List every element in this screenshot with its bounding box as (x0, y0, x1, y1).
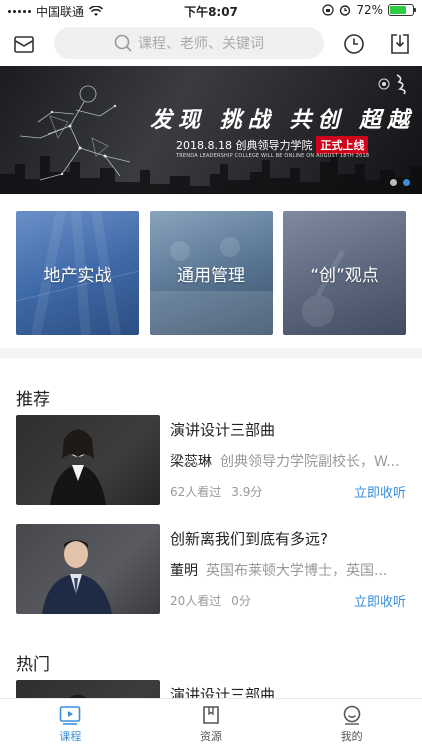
teacher-desc: 英国布莱顿大学博士，英国... (206, 563, 388, 579)
carousel-dots (390, 179, 410, 186)
runner-graphic (19, 85, 131, 181)
course-item[interactable]: 创新离我们到底有多远? 董明 英国布莱顿大学博士，英国... 20人看过 0分 立… (16, 524, 406, 614)
college-logo-icon (378, 78, 390, 90)
top-header: 课程、老师、关键词 (0, 22, 422, 66)
play-video-icon (60, 706, 81, 725)
alarm-icon (340, 5, 351, 16)
speaker-portrait-image (67, 694, 89, 700)
course-thumbnail[interactable] (16, 680, 160, 700)
tab-courses[interactable]: 课程 (0, 699, 141, 750)
tab-mine[interactable]: 我的 (281, 699, 422, 750)
course-views: 20人看过 (170, 594, 222, 608)
tab-label: 课程 (59, 730, 82, 743)
banner-english-text: TRENDA LEADERSHIP COLLEGE WILL BE ONLINE… (176, 153, 370, 159)
search-placeholder: 课程、老师、关键词 (138, 36, 264, 52)
banner-headline: 发现 挑战 共创 超越 (150, 107, 415, 133)
mail-icon[interactable] (12, 32, 36, 56)
rotation-lock-icon (322, 4, 334, 16)
course-teacher: 梁蕊琳 创典领导力学院副校长，W... (170, 451, 406, 471)
course-score: 0分 (231, 594, 251, 608)
search-icon (114, 34, 132, 52)
course-item[interactable]: 演讲设计三部曲 梁蕊琳 创典领导力学院副校长，W... 62人看过 3.9分 立即… (16, 415, 406, 505)
listen-now-button[interactable]: 立即收听 (354, 482, 406, 501)
listen-now-button[interactable]: 立即收听 (354, 591, 406, 610)
speaker-portrait-image (42, 540, 112, 614)
course-views: 62人看过 (170, 485, 222, 499)
battery-percent: 72% (356, 3, 383, 17)
category-cards: 地产实战 通用管理 “创”观点 (16, 211, 406, 335)
banner-date-text: 2018.8.18 创典领导力学院 (176, 139, 313, 152)
banner-launch-badge: 正式上线 (316, 136, 369, 154)
teacher-desc: 创典领导力学院副校长，W... (220, 454, 400, 470)
section-title-recommend: 推荐 (16, 390, 50, 410)
status-bar: 中国联通 下午8:07 72% (0, 0, 422, 22)
battery-fill (390, 6, 406, 14)
course-item[interactable]: 演讲设计三部曲 (16, 680, 406, 700)
download-icon[interactable] (388, 32, 412, 56)
history-clock-icon[interactable] (342, 32, 366, 56)
course-meta: 62人看过 3.9分 (170, 483, 262, 500)
course-title[interactable]: 创新离我们到底有多远? (170, 528, 328, 549)
tab-label: 资源 (200, 730, 222, 743)
status-right: 72% (322, 3, 416, 17)
category-card-viewpoints[interactable]: “创”观点 (283, 211, 406, 335)
speaker-portrait-image (50, 429, 106, 505)
course-score: 3.9分 (231, 485, 263, 499)
course-thumbnail[interactable] (16, 415, 160, 505)
bottom-tab-bar: 课程 资源 我的 (0, 698, 422, 750)
banner-subline: 2018.8.18 创典领导力学院 正式上线 (176, 136, 369, 154)
category-label: “创”观点 (310, 265, 379, 286)
smiley-user-icon (343, 705, 360, 725)
section-divider (0, 348, 422, 358)
battery-icon (388, 4, 416, 16)
carousel-dot-active[interactable] (403, 179, 410, 186)
search-input[interactable]: 课程、老师、关键词 (54, 27, 324, 59)
book-icon (203, 706, 219, 724)
teacher-name: 梁蕊琳 (170, 454, 212, 470)
category-card-general-management[interactable]: 通用管理 (149, 211, 273, 335)
course-teacher: 董明 英国布莱顿大学博士，英国... (170, 560, 406, 580)
college-calligraphy-mark (396, 74, 406, 95)
course-title[interactable]: 演讲设计三部曲 (170, 419, 275, 440)
promo-banner[interactable]: 发现 挑战 共创 超越 2018.8.18 创典领导力学院 正式上线 TREND… (0, 66, 422, 194)
course-thumbnail[interactable] (16, 524, 160, 614)
tab-label: 我的 (340, 730, 363, 743)
banner-logo (378, 72, 412, 96)
category-label: 地产实战 (43, 265, 112, 286)
teacher-name: 董明 (170, 563, 198, 579)
section-title-hot: 热门 (16, 655, 50, 675)
tab-resources[interactable]: 资源 (141, 699, 282, 750)
category-label: 通用管理 (177, 265, 245, 286)
category-card-real-estate[interactable]: 地产实战 (16, 211, 139, 335)
carousel-dot[interactable] (390, 179, 397, 186)
course-meta: 20人看过 0分 (170, 592, 251, 609)
